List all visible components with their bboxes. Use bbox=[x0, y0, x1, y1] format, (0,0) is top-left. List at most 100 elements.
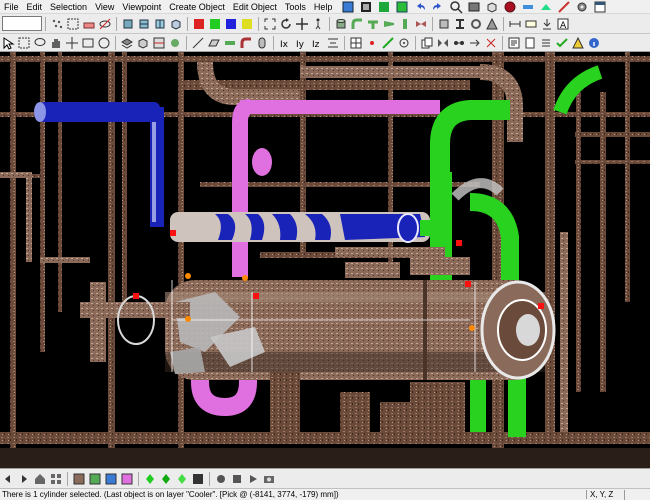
trim-icon[interactable] bbox=[484, 36, 498, 50]
transform-y-icon[interactable]: Iy bbox=[294, 36, 308, 50]
color-yellow-icon[interactable] bbox=[240, 17, 254, 31]
point-cloud-icon[interactable] bbox=[50, 17, 64, 31]
list-icon[interactable] bbox=[539, 36, 553, 50]
green-marker-2-icon[interactable] bbox=[159, 472, 173, 486]
menu-tools[interactable]: Tools bbox=[281, 0, 310, 14]
vessel-icon[interactable] bbox=[255, 36, 269, 50]
menu-edit-object[interactable]: Edit Object bbox=[229, 0, 281, 14]
clip-box-icon[interactable] bbox=[467, 0, 481, 14]
sphere-icon[interactable] bbox=[503, 0, 517, 14]
pipe-icon[interactable] bbox=[521, 0, 535, 14]
cube-icon[interactable] bbox=[485, 0, 499, 14]
selection-box-icon[interactable] bbox=[66, 17, 80, 31]
next-view-icon[interactable] bbox=[17, 472, 31, 486]
redo-icon[interactable] bbox=[431, 0, 445, 14]
transform-z-icon[interactable]: Iz bbox=[310, 36, 324, 50]
fit-elbow-icon[interactable] bbox=[350, 17, 364, 31]
extend-icon[interactable] bbox=[468, 36, 482, 50]
display-points-icon[interactable] bbox=[72, 472, 86, 486]
home-view-icon[interactable] bbox=[33, 472, 47, 486]
undo-icon[interactable] bbox=[413, 0, 427, 14]
view-top-icon[interactable] bbox=[137, 17, 151, 31]
snap-grid-icon[interactable] bbox=[349, 36, 363, 50]
connect-icon[interactable] bbox=[452, 36, 466, 50]
fit-cylinder-icon[interactable] bbox=[334, 17, 348, 31]
check-icon[interactable] bbox=[555, 36, 569, 50]
lasso-icon[interactable] bbox=[33, 36, 47, 50]
clash-icon[interactable] bbox=[571, 36, 585, 50]
label-icon[interactable] bbox=[524, 17, 538, 31]
shade-icon[interactable] bbox=[191, 472, 205, 486]
cursor-icon[interactable] bbox=[1, 36, 15, 50]
measure-icon[interactable] bbox=[557, 0, 571, 14]
color-green-icon[interactable] bbox=[208, 17, 222, 31]
hand-icon[interactable] bbox=[49, 36, 63, 50]
fit-reducer-icon[interactable] bbox=[382, 17, 396, 31]
menu-file[interactable]: File bbox=[0, 0, 23, 14]
export-icon[interactable] bbox=[540, 17, 554, 31]
walk-icon[interactable] bbox=[311, 17, 325, 31]
display-model-icon[interactable] bbox=[104, 472, 118, 486]
align-icon[interactable] bbox=[326, 36, 340, 50]
play-icon[interactable] bbox=[246, 472, 260, 486]
fit-flange-icon[interactable] bbox=[398, 17, 412, 31]
transform-x-icon[interactable]: Ix bbox=[278, 36, 292, 50]
display-mode-icon[interactable] bbox=[341, 0, 355, 14]
color-blue-icon[interactable] bbox=[224, 17, 238, 31]
camera-icon[interactable] bbox=[262, 472, 276, 486]
box-view-icon[interactable] bbox=[136, 36, 150, 50]
copy-icon[interactable] bbox=[420, 36, 434, 50]
fit-valve-icon[interactable] bbox=[414, 17, 428, 31]
text-icon[interactable]: A bbox=[556, 17, 570, 31]
menu-viewpoint[interactable]: Viewpoint bbox=[118, 0, 165, 14]
pan-icon[interactable] bbox=[295, 17, 309, 31]
fit-torus-icon[interactable] bbox=[469, 17, 483, 31]
draw-plane-icon[interactable] bbox=[207, 36, 221, 50]
menu-edit[interactable]: Edit bbox=[23, 0, 47, 14]
fit-view-icon[interactable] bbox=[263, 17, 277, 31]
layer-select-field[interactable] bbox=[2, 16, 42, 31]
menu-view[interactable]: View bbox=[91, 0, 118, 14]
snap-center-icon[interactable] bbox=[397, 36, 411, 50]
layer-visibility-icon[interactable] bbox=[120, 36, 134, 50]
settings-icon[interactable] bbox=[575, 0, 589, 14]
stop-icon[interactable] bbox=[230, 472, 244, 486]
fit-box-icon[interactable] bbox=[437, 17, 451, 31]
eraser-icon[interactable] bbox=[82, 17, 96, 31]
rotate-icon[interactable] bbox=[279, 17, 293, 31]
color-mode-icon[interactable] bbox=[377, 0, 391, 14]
fit-cone-icon[interactable] bbox=[485, 17, 499, 31]
green-marker-3-icon[interactable] bbox=[175, 472, 189, 486]
draw-line-icon[interactable] bbox=[191, 36, 205, 50]
window-icon[interactable] bbox=[593, 0, 607, 14]
snap-edge-icon[interactable] bbox=[381, 36, 395, 50]
circle-icon[interactable] bbox=[97, 36, 111, 50]
color-red-icon[interactable] bbox=[192, 17, 206, 31]
shaded-mode-icon[interactable] bbox=[359, 0, 373, 14]
report-icon[interactable] bbox=[523, 36, 537, 50]
render-icon[interactable] bbox=[168, 36, 182, 50]
pipe-run-icon[interactable] bbox=[223, 36, 237, 50]
display-mesh-icon[interactable] bbox=[88, 472, 102, 486]
3d-viewport[interactable] bbox=[0, 52, 650, 468]
move-icon[interactable] bbox=[65, 36, 79, 50]
plane-icon[interactable] bbox=[539, 0, 553, 14]
properties-icon[interactable] bbox=[507, 36, 521, 50]
hide-icon[interactable] bbox=[98, 17, 112, 31]
rectangle-icon[interactable] bbox=[81, 36, 95, 50]
view-front-icon[interactable] bbox=[121, 17, 135, 31]
info-icon[interactable] bbox=[587, 36, 601, 50]
layer-icon[interactable] bbox=[395, 0, 409, 14]
grid-view-icon[interactable] bbox=[49, 472, 63, 486]
menu-create-object[interactable]: Create Object bbox=[165, 0, 229, 14]
menu-selection[interactable]: Selection bbox=[46, 0, 91, 14]
view-iso-icon[interactable] bbox=[169, 17, 183, 31]
section-icon[interactable] bbox=[152, 36, 166, 50]
zoom-icon[interactable] bbox=[449, 0, 463, 14]
fit-tee-icon[interactable] bbox=[366, 17, 380, 31]
green-marker-icon[interactable] bbox=[143, 472, 157, 486]
mirror-icon[interactable] bbox=[436, 36, 450, 50]
view-side-icon[interactable] bbox=[153, 17, 167, 31]
menu-help[interactable]: Help bbox=[310, 0, 337, 14]
display-hidden-icon[interactable] bbox=[120, 472, 134, 486]
